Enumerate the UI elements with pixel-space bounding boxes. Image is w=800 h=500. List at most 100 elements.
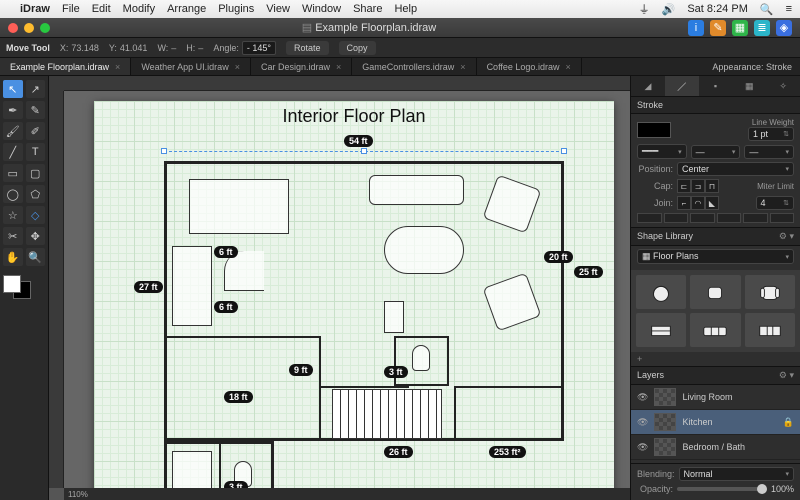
zoom-level[interactable]: 110%	[68, 490, 88, 499]
page[interactable]: Interior Floor Plan	[94, 101, 614, 488]
layer-bedroom[interactable]: 👁Bedroom / Bath	[631, 435, 800, 460]
menu-window[interactable]: Window	[302, 3, 341, 15]
style-button[interactable]: ✎	[710, 20, 726, 36]
minimize-icon[interactable]	[24, 23, 34, 33]
angle-value[interactable]: - 145°	[242, 41, 276, 55]
menu-file[interactable]: File	[62, 3, 80, 15]
tab-fx[interactable]: ✧	[766, 76, 800, 96]
line-tool[interactable]: ╱	[3, 143, 23, 161]
position-select[interactable]: Center▾	[677, 162, 794, 176]
shape-set-select[interactable]: ▦ Floor Plans▾	[637, 249, 794, 264]
eyedropper-tool[interactable]: ✥	[26, 227, 46, 245]
dim-top[interactable]: 54 ft	[344, 135, 373, 147]
ruler-vertical[interactable]	[49, 91, 64, 488]
menu-view[interactable]: View	[266, 3, 290, 15]
menu-edit[interactable]: Edit	[92, 3, 111, 15]
menu-plugins[interactable]: Plugins	[218, 3, 254, 15]
tab-image[interactable]: ▦	[732, 76, 766, 96]
tab-stroke[interactable]: ／	[665, 76, 699, 96]
lock-icon[interactable]: 🔒	[776, 417, 794, 428]
stepper-icon[interactable]: ⇅	[783, 130, 789, 138]
dim-3a[interactable]: 3 ft	[384, 366, 408, 378]
info-button[interactable]: i	[688, 20, 704, 36]
appearance-mode[interactable]: Stroke	[766, 62, 792, 72]
tab-coffee[interactable]: Coffee Logo.idraw×	[477, 58, 582, 75]
pencil-tool[interactable]: ✎	[26, 101, 46, 119]
dim-20[interactable]: 20 ft	[544, 251, 573, 263]
close-icon[interactable]: ×	[115, 62, 120, 72]
star-tool[interactable]: ☆	[3, 206, 23, 224]
grid-button[interactable]: ▦	[732, 20, 748, 36]
cap-buttons[interactable]: ⊏⊐⊓	[677, 179, 719, 193]
menu-icon[interactable]: ≡	[786, 3, 792, 15]
shape-sofa[interactable]	[690, 313, 740, 347]
visibility-icon[interactable]: 👁	[637, 417, 648, 428]
selection-handle[interactable]	[161, 148, 167, 154]
pen-tool[interactable]: ✒	[3, 101, 23, 119]
3d-button[interactable]: ◈	[776, 20, 792, 36]
ellipse-tool[interactable]: ◯	[3, 185, 23, 203]
scissors-tool[interactable]: ✂	[3, 227, 23, 245]
volume-icon[interactable]: 🔊	[662, 3, 676, 16]
zoom-tool[interactable]: 🔍	[26, 248, 46, 266]
visibility-icon[interactable]: 👁	[637, 392, 648, 403]
ruler-horizontal[interactable]	[64, 76, 630, 91]
hand-tool[interactable]: ✋	[3, 248, 23, 266]
wifi-icon[interactable]: ⏚	[639, 1, 650, 17]
tab-weather[interactable]: Weather App UI.idraw×	[131, 58, 251, 75]
dim-18[interactable]: 18 ft	[224, 391, 253, 403]
miter-field[interactable]: 4⇅	[756, 196, 795, 210]
toilet[interactable]	[412, 345, 430, 371]
stroke-style-select[interactable]: ━━━▾	[637, 144, 687, 159]
close-icon[interactable]	[8, 23, 18, 33]
add-shape-button[interactable]: +	[631, 352, 800, 366]
tab-shadow[interactable]: ▪	[699, 76, 733, 96]
wall[interactable]	[319, 386, 409, 388]
blending-select[interactable]: Normal▾	[679, 467, 794, 481]
page-title[interactable]: Interior Floor Plan	[94, 101, 614, 127]
sofa[interactable]	[369, 175, 464, 205]
selection-handle[interactable]	[361, 148, 367, 154]
kitchen-counter[interactable]	[172, 246, 212, 326]
shape-desk[interactable]	[745, 313, 795, 347]
selection-handle[interactable]	[561, 148, 567, 154]
rotate-button[interactable]: Rotate	[286, 41, 329, 55]
shape-chair-square[interactable]	[690, 275, 740, 309]
tab-floorplan[interactable]: Example Floorplan.idraw×	[0, 58, 131, 75]
tab-fill[interactable]: ◢	[631, 76, 665, 96]
shape-armchair[interactable]	[745, 275, 795, 309]
line-weight-field[interactable]: 1 pt⇅	[748, 127, 794, 141]
arrow-start-select[interactable]: —▾	[691, 145, 741, 159]
stairs[interactable]	[332, 389, 442, 439]
close-icon[interactable]: ×	[565, 62, 570, 72]
wall[interactable]	[219, 441, 221, 488]
tab-controllers[interactable]: GameControllers.idraw×	[352, 58, 476, 75]
eraser-tool[interactable]: ✐	[26, 122, 46, 140]
align-button[interactable]: ≣	[754, 20, 770, 36]
menu-modify[interactable]: Modify	[123, 3, 155, 15]
join-buttons[interactable]: ⌐◠◣	[677, 196, 719, 210]
close-icon[interactable]: ×	[235, 62, 240, 72]
clock[interactable]: Sat 8:24 PM	[687, 3, 748, 15]
dim-area[interactable]: 253 ft²	[489, 446, 526, 458]
dim-left[interactable]: 27 ft	[134, 281, 163, 293]
bathtub[interactable]	[172, 451, 212, 488]
dim-right[interactable]: 25 ft	[574, 266, 603, 278]
dining-table[interactable]	[189, 179, 289, 234]
shape-chair-round[interactable]	[636, 275, 686, 309]
menu-help[interactable]: Help	[394, 3, 417, 15]
dim-26[interactable]: 26 ft	[384, 446, 413, 458]
direct-select-tool[interactable]: ↗	[26, 80, 46, 98]
roundrect-tool[interactable]: ▢	[26, 164, 46, 182]
polygon-tool[interactable]: ⬠	[26, 185, 46, 203]
dim-3b[interactable]: 3 ft	[224, 481, 248, 488]
shape-table[interactable]	[636, 313, 686, 347]
menu-arrange[interactable]: Arrange	[167, 3, 206, 15]
zoom-icon[interactable]	[40, 23, 50, 33]
color-swatch[interactable]	[3, 275, 45, 299]
app-menu[interactable]: iDraw	[20, 3, 50, 15]
dim-9[interactable]: 9 ft	[289, 364, 313, 376]
traffic-lights[interactable]	[8, 23, 50, 33]
dim-6b[interactable]: 6 ft	[214, 301, 238, 313]
layer-kitchen[interactable]: 👁Kitchen🔒	[631, 410, 800, 435]
